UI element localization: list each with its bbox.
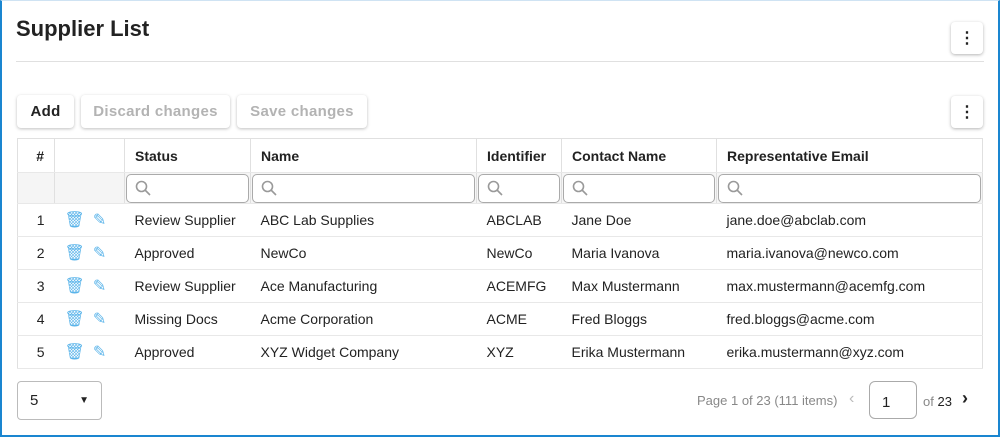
table-row[interactable]: 2 🗑 ✎ Approved NewCo NewCo Maria Ivanova maria.…	[17, 236, 983, 270]
table-row[interactable]: 3 🗑 ✎ Review Supplier Ace Manufacturing ACEMF…	[17, 269, 983, 303]
cell-identifier: XYZ	[476, 335, 562, 369]
total-pages: 23	[937, 394, 952, 409]
column-header[interactable]: Contact Name	[561, 138, 717, 173]
filter-input[interactable]	[126, 173, 249, 203]
cell-email: erika.mustermann@xyz.com	[716, 335, 983, 369]
page-menu-button[interactable]: ⋮	[951, 22, 983, 54]
search-icon	[727, 180, 743, 196]
cell-identifier: ACME	[476, 302, 562, 336]
column-header[interactable]: Identifier	[476, 138, 562, 173]
page-input[interactable]: 1	[869, 381, 917, 419]
filter-input[interactable]	[563, 173, 715, 203]
pencil-icon[interactable]: ✎	[93, 311, 106, 328]
row-number: 3	[17, 269, 55, 303]
trash-icon[interactable]: 🗑	[65, 344, 85, 361]
filter-cell	[476, 172, 562, 204]
filter-cell	[54, 172, 125, 204]
row-actions: 🗑 ✎	[54, 302, 125, 336]
filter-cell	[17, 172, 55, 204]
pencil-icon[interactable]: ✎	[93, 278, 106, 295]
cell-status: Review Supplier	[124, 269, 251, 303]
filter-cell	[716, 172, 983, 204]
row-actions: 🗑 ✎	[54, 269, 125, 303]
page-size-value: 5	[30, 392, 39, 409]
cell-status: Review Supplier	[124, 203, 251, 237]
table-row[interactable]: 4 🗑 ✎ Missing Docs Acme Corporation ACME Fred …	[17, 302, 983, 336]
add-button[interactable]: Add	[17, 95, 74, 128]
pencil-icon[interactable]: ✎	[93, 344, 106, 361]
column-header[interactable]: Representative Email	[716, 138, 983, 173]
cell-name: Ace Manufacturing	[250, 269, 477, 303]
search-icon	[487, 180, 503, 196]
filter-cell	[250, 172, 477, 204]
prev-page-icon[interactable]: ‹	[849, 390, 854, 408]
cell-contact-name: Max Mustermann	[561, 269, 717, 303]
column-header[interactable]: Name	[250, 138, 477, 173]
cell-contact-name: Erika Mustermann	[561, 335, 717, 369]
filter-cell	[124, 172, 251, 204]
row-actions: 🗑 ✎	[54, 236, 125, 270]
filter-input[interactable]	[252, 173, 475, 203]
pencil-icon[interactable]: ✎	[93, 212, 106, 229]
cell-status: Missing Docs	[124, 302, 251, 336]
search-icon	[261, 180, 277, 196]
grid-menu-button[interactable]: ⋮	[951, 96, 983, 128]
search-icon	[135, 180, 151, 196]
column-header[interactable]: #	[17, 138, 55, 173]
cell-status: Approved	[124, 236, 251, 270]
cell-email: fred.bloggs@acme.com	[716, 302, 983, 336]
cell-name: ABC Lab Supplies	[250, 203, 477, 237]
trash-icon[interactable]: 🗑	[65, 278, 85, 295]
cell-name: NewCo	[250, 236, 477, 270]
supplier-table: # Status Name Identifier Contact Name Represe…	[17, 138, 983, 369]
cell-identifier: NewCo	[476, 236, 562, 270]
of-label: of	[923, 394, 934, 409]
row-number: 1	[17, 203, 55, 237]
cell-name: XYZ Widget Company	[250, 335, 477, 369]
page-title: Supplier List	[16, 16, 150, 41]
filter-input[interactable]	[478, 173, 560, 203]
cell-contact-name: Fred Bloggs	[561, 302, 717, 336]
page-size-select[interactable]: 5 ▼	[17, 381, 102, 420]
cell-email: jane.doe@abclab.com	[716, 203, 983, 237]
column-header[interactable]: Status	[124, 138, 251, 173]
row-actions: 🗑 ✎	[54, 335, 125, 369]
row-number: 5	[17, 335, 55, 369]
chevron-down-icon: ▼	[79, 395, 89, 406]
pencil-icon[interactable]: ✎	[93, 245, 106, 262]
column-header[interactable]	[54, 138, 125, 173]
filter-input[interactable]	[718, 173, 981, 203]
row-actions: 🗑 ✎	[54, 203, 125, 237]
save-changes-button[interactable]: Save changes	[237, 95, 367, 128]
cell-identifier: ABCLAB	[476, 203, 562, 237]
cell-contact-name: Jane Doe	[561, 203, 717, 237]
cell-email: max.mustermann@acemfg.com	[716, 269, 983, 303]
cell-status: Approved	[124, 335, 251, 369]
row-number: 4	[17, 302, 55, 336]
row-number: 2	[17, 236, 55, 270]
search-icon	[572, 180, 588, 196]
cell-contact-name: Maria Ivanova	[561, 236, 717, 270]
trash-icon[interactable]: 🗑	[65, 212, 85, 229]
cell-email: maria.ivanova@newco.com	[716, 236, 983, 270]
divider	[16, 61, 984, 62]
discard-changes-button[interactable]: Discard changes	[81, 95, 230, 128]
trash-icon[interactable]: 🗑	[65, 245, 85, 262]
table-row[interactable]: 5 🗑 ✎ Approved XYZ Widget Company XYZ Erika Mu…	[17, 335, 983, 369]
trash-icon[interactable]: 🗑	[65, 311, 85, 328]
table-row[interactable]: 1 🗑 ✎ Review Supplier ABC Lab Supplies ABCLAB…	[17, 203, 983, 237]
page-info: Page 1 of 23 (111 items)	[697, 393, 838, 408]
cell-identifier: ACEMFG	[476, 269, 562, 303]
cell-name: Acme Corporation	[250, 302, 477, 336]
filter-cell	[561, 172, 717, 204]
next-page-icon[interactable]: ›	[962, 388, 968, 409]
